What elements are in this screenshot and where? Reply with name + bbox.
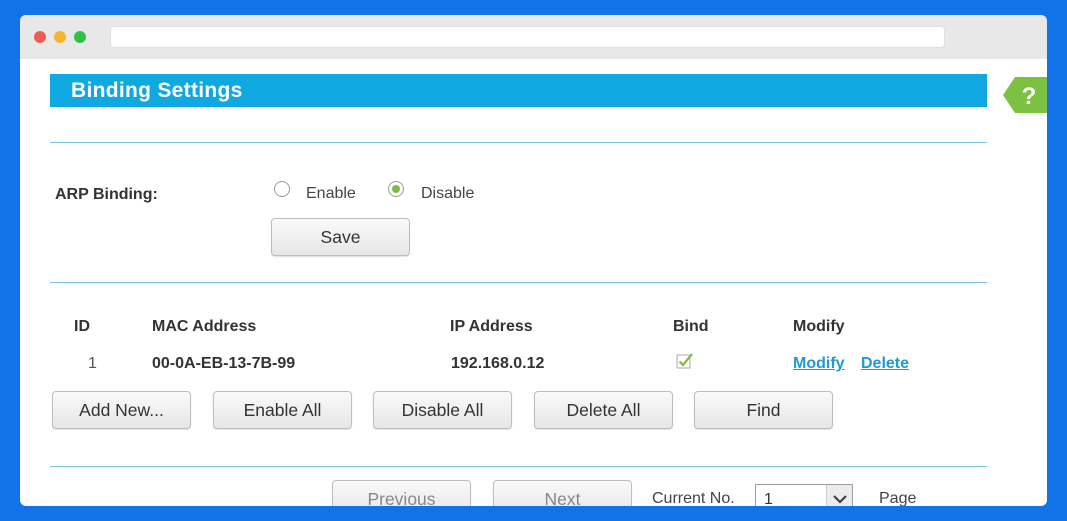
row-id: 1 xyxy=(88,355,97,372)
page-title: Binding Settings xyxy=(71,79,243,102)
bind-checkbox-icon[interactable] xyxy=(676,352,694,370)
previous-button[interactable]: Previous xyxy=(332,480,471,506)
add-new-button[interactable]: Add New... xyxy=(52,391,191,429)
column-header-ip: IP Address xyxy=(450,318,533,335)
column-header-modify: Modify xyxy=(793,318,845,335)
address-bar[interactable] xyxy=(110,26,945,48)
divider xyxy=(50,466,987,467)
page-select[interactable]: 1 xyxy=(755,484,853,506)
enable-all-button[interactable]: Enable All xyxy=(213,391,352,429)
enable-radio[interactable] xyxy=(274,181,290,197)
minimize-window-icon[interactable] xyxy=(54,31,66,43)
page-content: Binding Settings ? ARP Binding: Enable D… xyxy=(20,59,1047,506)
disable-radio-label: Disable xyxy=(421,185,475,202)
title-bar: Binding Settings xyxy=(50,74,987,107)
modify-link[interactable]: Modify xyxy=(793,355,845,373)
maximize-window-icon[interactable] xyxy=(74,31,86,43)
question-icon: ? xyxy=(1003,77,1047,113)
divider xyxy=(50,282,987,283)
divider xyxy=(50,142,987,143)
enable-radio-label: Enable xyxy=(306,185,356,202)
page-label: Page xyxy=(879,490,917,506)
svg-text:?: ? xyxy=(1022,83,1037,110)
column-header-bind: Bind xyxy=(673,318,709,335)
arp-binding-label: ARP Binding: xyxy=(55,186,158,203)
next-button[interactable]: Next xyxy=(493,480,632,506)
chevron-down-icon[interactable] xyxy=(826,485,852,506)
column-header-mac: MAC Address xyxy=(152,318,257,335)
find-button[interactable]: Find xyxy=(694,391,833,429)
delete-link[interactable]: Delete xyxy=(861,355,909,373)
row-ip: 192.168.0.12 xyxy=(451,355,545,372)
help-button[interactable]: ? xyxy=(1003,77,1047,113)
page-select-value: 1 xyxy=(764,491,773,506)
browser-chrome xyxy=(20,15,1047,59)
browser-window: Binding Settings ? ARP Binding: Enable D… xyxy=(20,15,1047,506)
current-number-label: Current No. xyxy=(652,490,735,506)
disable-all-button[interactable]: Disable All xyxy=(373,391,512,429)
delete-all-button[interactable]: Delete All xyxy=(534,391,673,429)
row-mac: 00-0A-EB-13-7B-99 xyxy=(152,355,296,372)
disable-radio[interactable] xyxy=(388,181,404,197)
save-button[interactable]: Save xyxy=(271,218,410,256)
close-window-icon[interactable] xyxy=(34,31,46,43)
column-header-id: ID xyxy=(74,318,90,335)
